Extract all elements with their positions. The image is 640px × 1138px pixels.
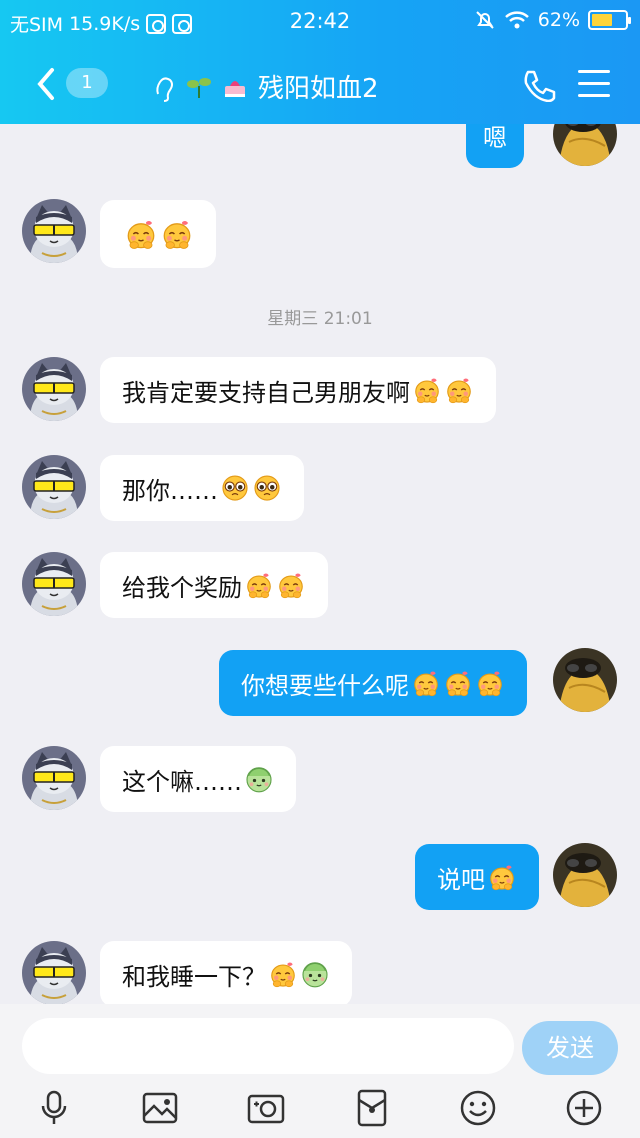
message-text: 给我个奖励 (122, 573, 242, 602)
teary-emoji-icon (220, 473, 250, 503)
shy-emoji-icon (412, 375, 442, 405)
status-right: 62% (474, 9, 631, 31)
chat-title: 残阳如血2 (258, 74, 379, 104)
avatar[interactable] (22, 199, 86, 263)
plus-icon[interactable] (564, 1088, 604, 1128)
battery-fill (592, 14, 612, 26)
battery-percent: 62% (537, 9, 580, 31)
message-bubble-in[interactable]: 这个嘛…… (100, 746, 296, 812)
avatar[interactable] (553, 124, 617, 166)
message-bubble-in[interactable]: 那你…… (100, 455, 304, 521)
shy-emoji-icon (124, 217, 158, 251)
message-bubble-in[interactable] (100, 200, 216, 268)
avatar[interactable] (22, 552, 86, 616)
message-text: 你想要些什么呢 (241, 671, 409, 700)
message-text: 说吧 (437, 865, 485, 894)
shy-emoji-icon (475, 668, 505, 698)
message-bubble-out[interactable]: 嗯 (466, 124, 524, 168)
message-bubble-in[interactable]: 我肯定要支持自己男朋友啊 (100, 357, 496, 423)
send-button[interactable]: 发送 (522, 1021, 618, 1075)
sprout-icon (187, 77, 211, 98)
teary-emoji-icon (252, 473, 282, 503)
nav-bar: 1 残阳如血2 (0, 50, 640, 118)
mute-bell-icon (476, 11, 494, 29)
shy-emoji-icon (276, 570, 306, 600)
battery-icon (588, 10, 631, 30)
menu-icon[interactable] (578, 70, 612, 98)
image-icon[interactable] (140, 1088, 180, 1128)
message-input[interactable] (22, 1018, 514, 1074)
microphone-icon[interactable] (34, 1088, 74, 1128)
app-header: 无SIM 15.9K/s 22:42 62% 1 残阳如血2 (0, 0, 640, 124)
message-text: 这个嘛…… (122, 767, 242, 796)
ear-icon[interactable] (150, 72, 176, 102)
back-arrow-icon[interactable] (32, 64, 60, 104)
chat-title-group[interactable]: 残阳如血2 (150, 68, 379, 105)
message-text: 和我睡一下？ (122, 962, 266, 991)
phone-call-icon[interactable] (522, 68, 556, 102)
avatar[interactable] (22, 746, 86, 810)
message-bubble-in[interactable]: 和我睡一下？ (100, 941, 352, 1004)
message-bubble-out[interactable]: 说吧 (415, 844, 539, 910)
message-text: 我肯定要支持自己男朋友啊 (122, 378, 410, 407)
message-text: 那你…… (122, 476, 218, 505)
cabbage-emoji-icon (300, 959, 330, 989)
chat-timestamp: 星期三 21:01 (267, 309, 373, 329)
chat-area[interactable]: 嗯 星期三 21:01 我肯定要支持自己男朋友啊 那你…… 给我个奖励 你想要些… (0, 124, 640, 1004)
shy-emoji-icon (268, 959, 298, 989)
cabbage-emoji-icon (244, 764, 274, 794)
message-bubble-in[interactable]: 给我个奖励 (100, 552, 328, 618)
avatar[interactable] (22, 941, 86, 1004)
shy-emoji-icon (411, 668, 441, 698)
avatar[interactable] (553, 648, 617, 712)
avatar[interactable] (22, 357, 86, 421)
shy-emoji-icon (244, 570, 274, 600)
shy-emoji-icon (487, 862, 517, 892)
input-bar: 发送 (0, 1004, 640, 1138)
message-bubble-out[interactable]: 你想要些什么呢 (219, 650, 527, 716)
cake-icon (225, 80, 245, 97)
camera-icon[interactable] (246, 1088, 286, 1128)
emoji-icon[interactable] (458, 1088, 498, 1128)
unread-count-badge[interactable]: 1 (66, 68, 108, 98)
avatar[interactable] (22, 455, 86, 519)
wifi-icon (504, 11, 529, 29)
status-bar: 无SIM 15.9K/s 22:42 62% (0, 0, 640, 44)
shy-emoji-icon (443, 668, 473, 698)
avatar[interactable] (553, 843, 617, 907)
message-text: 嗯 (483, 124, 507, 152)
shy-emoji-icon (444, 375, 474, 405)
red-packet-icon[interactable] (352, 1088, 392, 1128)
shy-emoji-icon (160, 217, 194, 251)
